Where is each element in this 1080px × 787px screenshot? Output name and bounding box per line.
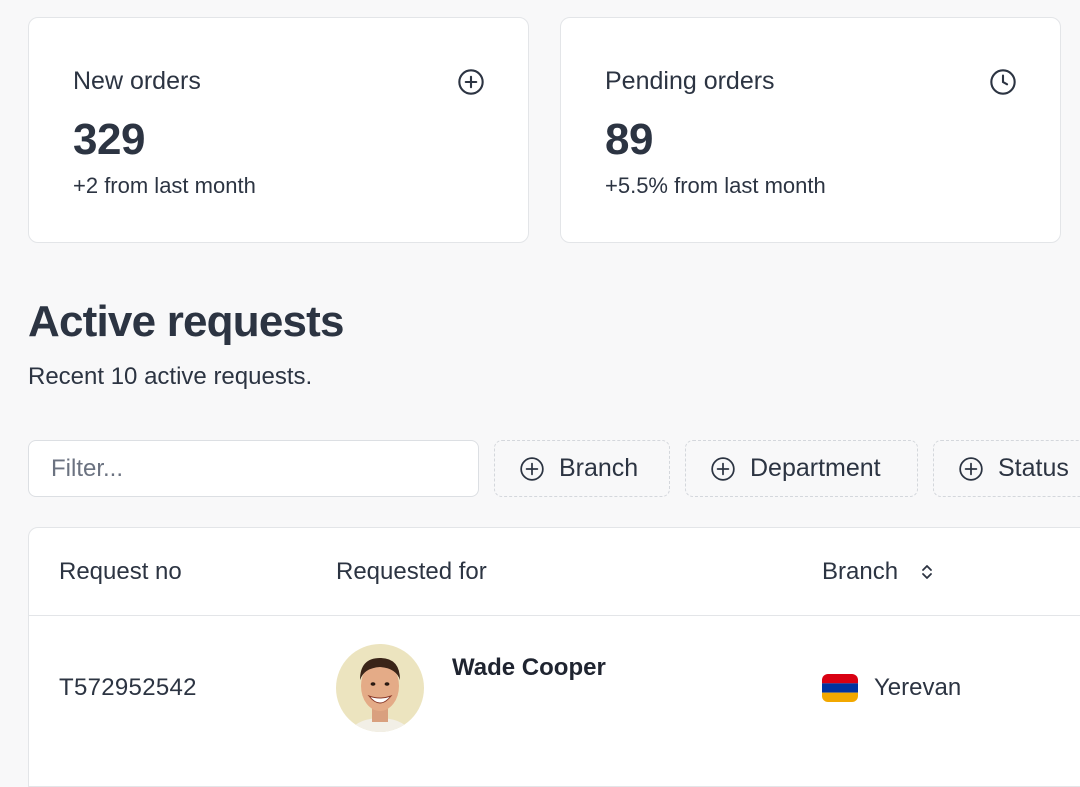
chip-label: Department [750, 454, 881, 482]
clock-icon [990, 69, 1016, 95]
filter-chip-department[interactable]: Department [685, 440, 918, 497]
filter-input[interactable] [28, 440, 479, 497]
column-header-branch[interactable]: Branch [822, 558, 936, 586]
armenia-flag-icon [822, 674, 858, 702]
column-header-request-no[interactable]: Request no [59, 558, 182, 586]
table-row[interactable]: T572952542 Wade Cooper Yerevan [29, 616, 1080, 762]
chip-label: Branch [559, 454, 639, 482]
stat-value: 329 [73, 115, 145, 164]
column-header-requested-for[interactable]: Requested for [336, 558, 487, 586]
column-header-label: Branch [822, 558, 899, 585]
stat-card-new-orders: New orders 329 +2 from last month [28, 17, 529, 243]
plus-circle-icon [458, 69, 484, 95]
stat-title: Pending orders [605, 67, 775, 95]
stat-title: New orders [73, 67, 201, 95]
stat-card-pending-orders: Pending orders 89 +5.5% from last month [560, 17, 1061, 243]
branch-cell: Yerevan [874, 674, 962, 701]
chip-label: Status [998, 454, 1069, 482]
plus-circle-icon [711, 456, 735, 481]
filter-chip-status[interactable]: Status [933, 440, 1080, 497]
requested-for-name[interactable]: Wade Cooper [452, 654, 606, 682]
sort-icon[interactable] [918, 562, 936, 582]
filter-chip-branch[interactable]: Branch [494, 440, 670, 497]
stat-value: 89 [605, 115, 653, 164]
plus-circle-icon [520, 456, 544, 481]
requests-table: Request no Requested for Branch T5729525… [28, 527, 1080, 787]
section-subtitle: Recent 10 active requests. [28, 363, 313, 390]
stat-change: +5.5% from last month [605, 173, 826, 198]
avatar [336, 644, 424, 732]
stat-change: +2 from last month [73, 173, 256, 198]
section-title: Active requests [28, 297, 345, 346]
plus-circle-icon [959, 456, 983, 481]
request-no-cell: T572952542 [59, 674, 197, 701]
